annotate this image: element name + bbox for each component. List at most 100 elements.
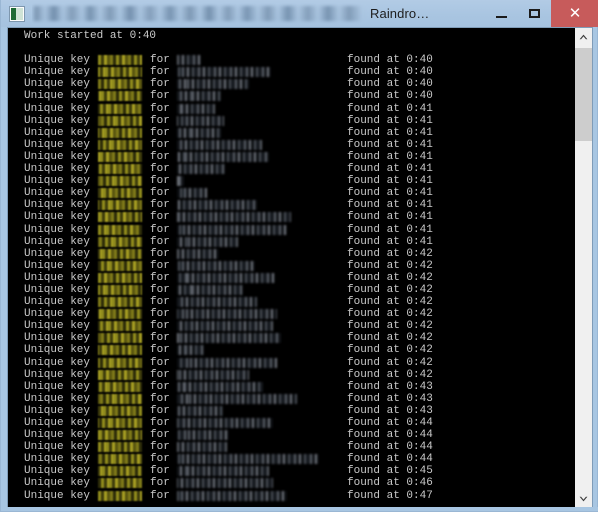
- log-row-found-time: found at 0:42: [347, 296, 433, 309]
- log-row-name-redacted: [177, 91, 221, 102]
- log-row: Unique key for found at 0:44: [10, 441, 574, 453]
- log-row-prefix: Unique key: [24, 163, 91, 176]
- log-row-found-time: found at 0:41: [347, 223, 433, 236]
- log-row-prefix: Unique key: [24, 296, 91, 309]
- log-row-prefix: Unique key: [24, 78, 91, 91]
- log-row-name-redacted: [177, 164, 225, 175]
- log-row-name-redacted: [177, 430, 229, 441]
- log-row-key-redacted: [98, 442, 142, 453]
- log-row-key-redacted: [98, 381, 142, 392]
- log-row-name-redacted: [177, 115, 224, 126]
- log-row-prefix: Unique key: [24, 368, 91, 381]
- close-icon: ✕: [568, 5, 582, 22]
- close-button[interactable]: ✕: [551, 0, 598, 27]
- log-row-found-time: found at 0:41: [347, 126, 433, 139]
- scroll-down-button[interactable]: [575, 490, 592, 507]
- log-row: Unique key for found at 0:40: [10, 90, 574, 102]
- log-row-found-time: found at 0:42: [347, 283, 433, 296]
- log-row-found-time: found at 0:42: [347, 308, 433, 321]
- log-row-prefix: Unique key: [24, 175, 91, 188]
- log-row-name-redacted: [177, 224, 287, 235]
- log-row-found-time: found at 0:42: [347, 368, 433, 381]
- log-row-key-redacted: [98, 321, 142, 332]
- log-row-prefix: Unique key: [24, 417, 91, 429]
- log-row-found-time: found at 0:43: [347, 404, 433, 417]
- log-row-found-time: found at 0:40: [347, 54, 433, 67]
- log-row: Unique key for found at 0:42: [10, 308, 574, 320]
- log-row: Unique key for found at 0:42: [10, 260, 574, 272]
- console-output[interactable]: Work started at 0:40 Unique key for found …: [8, 28, 574, 507]
- log-row-prefix: Unique key: [24, 223, 91, 236]
- log-row-for-label: for: [150, 138, 170, 151]
- log-row-name-redacted: [177, 139, 262, 150]
- log-row-prefix: Unique key: [24, 320, 91, 333]
- log-row-key-redacted: [98, 103, 142, 114]
- log-row-for-label: for: [150, 102, 170, 115]
- log-row-for-label: for: [150, 259, 170, 272]
- log-row-for-label: for: [150, 247, 170, 260]
- log-row-name-redacted: [177, 55, 201, 66]
- vertical-scrollbar[interactable]: [574, 28, 592, 507]
- log-row: Unique key for found at 0:42: [10, 332, 574, 344]
- log-row-found-time: found at 0:41: [347, 235, 433, 248]
- scrollbar-track[interactable]: [575, 45, 592, 490]
- log-row-for-label: for: [150, 417, 170, 429]
- log-row-prefix: Unique key: [24, 441, 91, 454]
- log-row-key-redacted: [98, 260, 142, 271]
- log-row-for-label: for: [150, 199, 170, 212]
- log-row-prefix: Unique key: [24, 138, 91, 151]
- log-row-for-label: for: [150, 296, 170, 309]
- log-row-for-label: for: [150, 465, 170, 478]
- log-row-prefix: Unique key: [24, 489, 91, 502]
- log-row-key-redacted: [98, 91, 142, 102]
- log-row-for-label: for: [150, 78, 170, 91]
- log-row-name-redacted: [177, 151, 269, 162]
- log-row-found-time: found at 0:40: [347, 90, 433, 103]
- log-row-name-redacted: [177, 333, 281, 344]
- log-row-for-label: for: [150, 429, 170, 442]
- log-row-for-label: for: [150, 392, 170, 405]
- title-bar[interactable]: Raindro… ✕: [1, 0, 598, 27]
- log-row-key-redacted: [98, 357, 142, 368]
- console-client-area: Work started at 0:40 Unique key for found …: [7, 27, 593, 508]
- log-row: Unique key for found at 0:45: [10, 465, 574, 477]
- scroll-up-button[interactable]: [575, 28, 592, 45]
- log-row-key-redacted: [98, 430, 142, 441]
- log-row-for-label: for: [150, 477, 170, 490]
- maximize-icon: [529, 9, 540, 18]
- log-row: Unique key for found at 0:42: [10, 369, 574, 381]
- log-row: Unique key for found at 0:40: [10, 66, 574, 78]
- log-row-for-label: for: [150, 489, 170, 502]
- work-started-text: Work started at 0:40: [24, 30, 157, 42]
- log-row: Unique key for found at 0:41: [10, 115, 574, 127]
- chevron-up-icon: [579, 34, 588, 39]
- minimize-button[interactable]: [485, 0, 518, 27]
- log-row-found-time: found at 0:42: [347, 356, 433, 369]
- log-row-for-label: for: [150, 368, 170, 381]
- log-row-found-time: found at 0:41: [347, 102, 433, 115]
- log-row: Unique key for found at 0:41: [10, 175, 574, 187]
- log-row-key-redacted: [98, 369, 142, 380]
- log-row-prefix: Unique key: [24, 235, 91, 248]
- log-row-found-time: found at 0:44: [347, 417, 433, 429]
- log-row: Unique key for found at 0:40: [10, 78, 574, 90]
- log-row-found-time: found at 0:44: [347, 453, 433, 466]
- log-row: Unique key for found at 0:41: [10, 224, 574, 236]
- log-row-found-time: found at 0:42: [347, 332, 433, 345]
- log-row: Unique key for found at 0:44: [10, 417, 574, 429]
- log-row-key-redacted: [98, 164, 142, 175]
- log-row-name-redacted: [177, 260, 255, 271]
- log-row-key-redacted: [98, 127, 142, 138]
- log-row-key-redacted: [98, 333, 142, 344]
- log-row-for-label: for: [150, 175, 170, 188]
- log-row-key-redacted: [98, 490, 142, 501]
- log-row-prefix: Unique key: [24, 356, 91, 369]
- scrollbar-thumb[interactable]: [575, 48, 592, 141]
- log-row-key-redacted: [98, 284, 142, 295]
- log-row-name-redacted: [177, 248, 219, 259]
- log-row-found-time: found at 0:41: [347, 199, 433, 212]
- log-row-for-label: for: [150, 404, 170, 417]
- log-row-key-redacted: [98, 248, 142, 259]
- console-header-line: Work started at 0:40: [10, 30, 574, 42]
- maximize-button[interactable]: [518, 0, 551, 27]
